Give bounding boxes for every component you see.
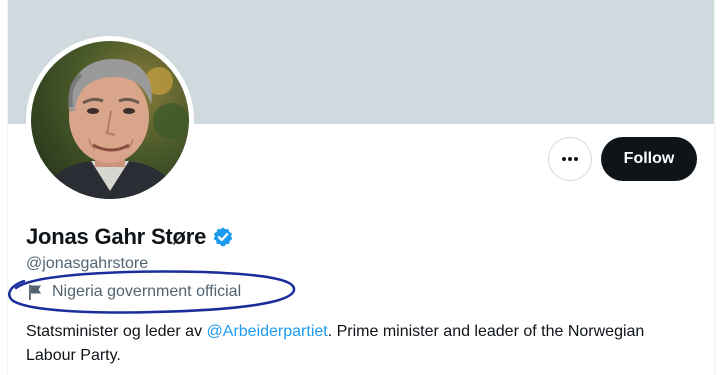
follow-button[interactable]: Follow (601, 137, 697, 181)
name-row: Jonas Gahr Støre (26, 224, 234, 250)
more-icon (562, 157, 578, 161)
right-border (714, 0, 720, 375)
left-border (0, 0, 8, 375)
display-name: Jonas Gahr Støre (26, 224, 207, 249)
government-label[interactable]: Nigeria government official (26, 283, 241, 301)
profile-page: Follow Jonas Gahr Støre @jonasgahrstore … (0, 0, 720, 375)
profile-avatar[interactable] (26, 36, 194, 204)
bio-mention-link[interactable]: @Arbeiderpartiet (207, 323, 328, 340)
more-button[interactable] (548, 137, 592, 181)
government-label-text: Nigeria government official (52, 283, 242, 300)
flag-icon (29, 285, 41, 300)
bio-text-part1: Statsminister og leder av (26, 323, 207, 340)
avatar-photo (31, 41, 189, 199)
profile-bio: Statsminister og leder av @Arbeiderparti… (26, 320, 686, 368)
verified-badge-icon[interactable] (212, 226, 234, 248)
user-handle: @jonasgahrstore (26, 255, 149, 272)
